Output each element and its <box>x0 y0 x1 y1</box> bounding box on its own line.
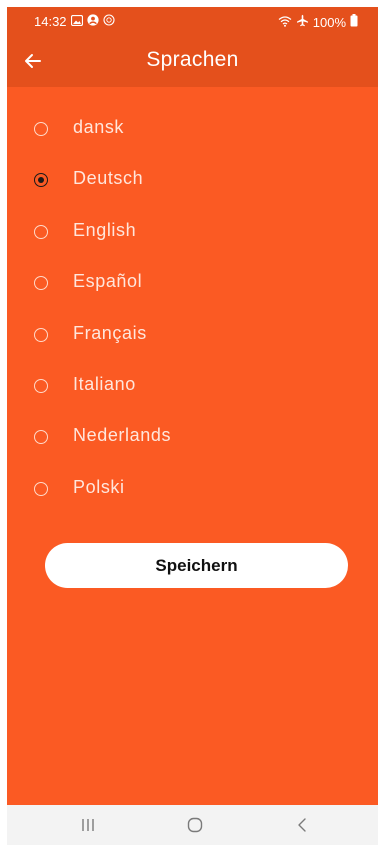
radio-button[interactable] <box>34 122 48 136</box>
language-option-polski[interactable]: Polski <box>7 469 378 520</box>
status-left: 14:32 <box>34 14 115 29</box>
gallery-notification-icon <box>70 14 83 29</box>
language-label: dansk <box>73 117 125 137</box>
language-label: Italiano <box>73 373 136 394</box>
notification-badge-icon <box>102 14 115 29</box>
recent-apps-icon <box>73 819 103 841</box>
language-option-francais[interactable]: Français <box>7 315 378 366</box>
language-option-deutsch[interactable]: Deutsch <box>7 160 378 211</box>
nav-back-button[interactable] <box>288 813 318 837</box>
language-content: dansk Deutsch English Español Français I… <box>7 87 378 805</box>
status-right: 100% <box>278 14 358 30</box>
back-icon <box>288 818 318 841</box>
save-button[interactable]: Speichern <box>45 543 348 588</box>
status-time: 14:32 <box>34 14 67 29</box>
language-label: Deutsch <box>73 168 144 189</box>
radio-button[interactable] <box>34 224 48 239</box>
language-label: Español <box>73 271 143 292</box>
language-option-italiano[interactable]: Italiano <box>7 366 378 417</box>
radio-button[interactable] <box>34 276 48 291</box>
header-area: 14:32 100% Sprachen <box>7 7 378 87</box>
battery-icon <box>350 14 358 30</box>
account-notification-icon <box>86 14 99 29</box>
language-label: English <box>73 219 137 240</box>
language-option-nederlands[interactable]: Nederlands <box>7 417 378 468</box>
language-label: Français <box>73 322 147 343</box>
home-icon <box>180 817 210 841</box>
page-title: Sprachen <box>146 48 239 71</box>
wifi-icon <box>278 15 292 30</box>
language-list: dansk Deutsch English Español Français I… <box>7 109 378 520</box>
language-option-espanol[interactable]: Español <box>7 263 378 314</box>
system-nav-bar <box>7 805 378 845</box>
language-option-dansk[interactable]: dansk <box>7 109 378 160</box>
radio-button[interactable] <box>34 173 48 188</box>
language-option-english[interactable]: English <box>7 212 378 263</box>
language-label: Polski <box>73 476 125 497</box>
radio-button[interactable] <box>34 430 48 445</box>
radio-button[interactable] <box>34 378 48 393</box>
recent-apps-button[interactable] <box>73 813 103 837</box>
battery-percentage: 100% <box>312 14 346 30</box>
language-label: Nederlands <box>73 425 172 446</box>
airplane-mode-icon <box>296 14 309 30</box>
phone-screen: 14:32 100% Sprachen dansk Deutsch Englis… <box>7 7 378 845</box>
radio-button[interactable] <box>34 327 48 342</box>
status-bar: 14:32 100% <box>7 7 378 35</box>
app-bar: Sprachen <box>7 35 378 87</box>
radio-button[interactable] <box>34 481 48 496</box>
home-button[interactable] <box>180 813 210 837</box>
